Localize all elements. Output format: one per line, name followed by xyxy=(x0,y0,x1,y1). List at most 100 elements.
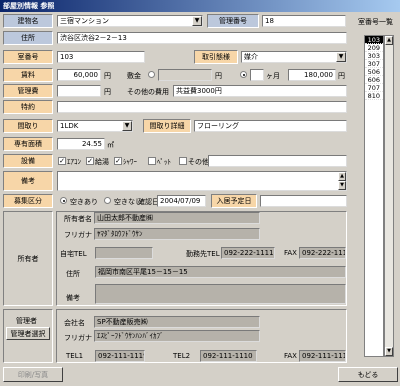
list-item[interactable]: 707 xyxy=(365,84,383,92)
owner-name-field: 山田太郎不動産㈱ xyxy=(94,212,260,224)
other-label: その他 xyxy=(188,158,209,166)
list-item[interactable]: 307 xyxy=(365,60,383,68)
special-label: 特約 xyxy=(3,100,53,114)
address-field[interactable]: 渋谷区渋谷2－2－13 xyxy=(57,32,347,44)
confirm-date-label: 確認日 xyxy=(138,198,159,206)
shower-label: ｼｬﾜｰ xyxy=(123,158,137,166)
confirm-date-field[interactable]: 2004/07/09 xyxy=(157,195,206,207)
work-tel-label: 勤務先TEL xyxy=(186,250,220,258)
pet-label: ﾍﾟｯﾄ xyxy=(157,158,171,166)
building-label: 建物名 xyxy=(3,14,53,28)
layout-select[interactable]: 1LDK ▼ xyxy=(57,120,133,132)
deposit-months-field[interactable] xyxy=(250,69,264,81)
deposit-yen-unit: 円 xyxy=(215,72,222,80)
list-item[interactable]: 606 xyxy=(365,76,383,84)
select-manager-button[interactable]: 管理者選択 xyxy=(6,327,50,340)
other-checkbox[interactable] xyxy=(179,157,187,165)
company-field: SP不動産販売㈱ xyxy=(94,316,260,328)
owner-fax-label: FAX xyxy=(284,249,297,257)
room-no-label: 室番号 xyxy=(3,50,53,64)
list-item[interactable]: 103 xyxy=(365,36,383,44)
owner-address-field: 福岡市南区平尾15－15－15 xyxy=(95,266,346,278)
home-tel-field xyxy=(95,247,153,259)
list-item[interactable]: 303 xyxy=(365,52,383,60)
address-label: 住所 xyxy=(3,31,53,45)
hotwater-checkbox[interactable]: ✓ xyxy=(86,157,94,165)
area-field[interactable]: 24.55 xyxy=(57,138,105,150)
months-label: ヶ月 xyxy=(266,72,280,80)
vacant-label: 空きあり xyxy=(70,198,98,206)
deposit-yen-radio[interactable] xyxy=(148,71,155,78)
other-equipment-field[interactable] xyxy=(208,155,347,167)
mgmt-fee-yen: 円 xyxy=(104,88,111,96)
manager-label: 管理者 xyxy=(16,317,37,325)
chevron-down-icon[interactable]: ▼ xyxy=(192,16,202,26)
manager-no-label: 管理番号 xyxy=(207,14,259,28)
deposit-total-field[interactable]: 180,000 xyxy=(288,69,336,81)
company-furigana-field: ｴｽﾋﾟｰﾌﾄﾞｳｻﾝﾊﾝﾊﾞｲｶﾌﾞ xyxy=(94,330,260,342)
room-list-scrollbar[interactable]: ▲ ▼ xyxy=(384,35,394,357)
owner-section-label: 所有者 xyxy=(3,211,53,306)
list-item[interactable]: 506 xyxy=(365,68,383,76)
print-photo-button[interactable]: 印刷/写真 xyxy=(3,367,63,382)
other-fee-field[interactable]: 共益費3000円 xyxy=(173,85,347,97)
rent-label: 賃料 xyxy=(3,68,53,82)
vacant-radio[interactable] xyxy=(60,197,67,204)
rent-yen: 円 xyxy=(104,72,111,80)
owner-remarks-label: 備考 xyxy=(66,294,80,302)
aircon-checkbox[interactable]: ✓ xyxy=(58,157,66,165)
mgmt-fee-field[interactable] xyxy=(57,85,101,97)
movein-label: 入居予定日 xyxy=(211,194,257,208)
movein-field[interactable] xyxy=(260,195,347,207)
chevron-down-icon[interactable]: ▼ xyxy=(122,121,132,131)
deposit-yen-amount-field[interactable] xyxy=(158,69,212,81)
home-tel-label: 自宅TEL xyxy=(60,250,87,258)
manager-fax-label: FAX xyxy=(284,352,297,360)
tel2-label: TEL2 xyxy=(173,352,191,360)
manager-no-field[interactable]: 18 xyxy=(262,15,346,27)
not-vacant-radio[interactable] xyxy=(104,197,111,204)
owner-remarks-field xyxy=(95,284,346,304)
layout-detail-field[interactable]: フローリング xyxy=(194,120,347,132)
list-item[interactable]: 209 xyxy=(365,44,383,52)
list-item[interactable]: 810 xyxy=(365,92,383,100)
deposit-months-radio[interactable] xyxy=(240,71,247,78)
room-no-field[interactable]: 103 xyxy=(57,51,145,63)
back-button[interactable]: もどる xyxy=(338,367,398,382)
hotwater-label: 給湯 xyxy=(95,158,109,166)
owner-fax-field: 092-222-1112 xyxy=(299,247,346,259)
mgmt-fee-label: 管理費 xyxy=(3,84,53,98)
area-label: 専有面積 xyxy=(3,137,53,151)
aircon-label: ｴｱｺﾝ xyxy=(67,158,81,166)
layout-detail-label: 間取り詳細 xyxy=(143,119,191,133)
tel1-field: 092-111-1119 xyxy=(95,350,145,362)
transaction-select[interactable]: 媒介 ▼ xyxy=(241,51,347,63)
other-fee-label: その他の費用 xyxy=(127,88,169,96)
window-title: 部屋別情報 参照 xyxy=(0,0,400,12)
layout-label: 間取り xyxy=(3,119,53,133)
rent-field[interactable]: 60,000 xyxy=(57,69,101,81)
chevron-down-icon[interactable]: ▼ xyxy=(336,52,346,62)
room-list-title: 室番号一覧 xyxy=(358,18,393,26)
owner-furigana-field: ﾔﾏﾀﾞﾀﾛｳﾌﾄﾞｳｻﾝ xyxy=(94,228,260,240)
scroll-down-icon[interactable]: ▼ xyxy=(385,347,393,356)
remarks-field[interactable]: ▲ ▼ xyxy=(57,171,347,191)
recruit-label: 募集区分 xyxy=(3,194,53,208)
deposit-label: 敷金 xyxy=(127,72,141,80)
special-field[interactable] xyxy=(57,101,347,113)
pet-checkbox[interactable] xyxy=(148,157,156,165)
building-select[interactable]: 三宿マンション ▼ xyxy=(57,15,203,27)
room-number-list[interactable]: 103 209 303 307 506 606 707 810 xyxy=(364,35,384,357)
deposit-total-yen: 円 xyxy=(338,72,345,80)
scroll-up-icon[interactable]: ▲ xyxy=(385,36,393,45)
owner-address-label: 住所 xyxy=(66,270,80,278)
transaction-label: 取引態様 xyxy=(194,50,238,64)
area-unit: ㎡ xyxy=(107,141,114,149)
scroll-up-icon[interactable]: ▲ xyxy=(338,172,346,181)
company-furigana-label: フリガナ xyxy=(64,334,92,342)
owner-name-label: 所有者名 xyxy=(64,215,92,223)
shower-checkbox[interactable]: ✓ xyxy=(114,157,122,165)
scroll-down-icon[interactable]: ▼ xyxy=(338,181,346,190)
company-label: 会社名 xyxy=(64,319,85,327)
work-tel-field: 092-222-1111 xyxy=(221,247,275,259)
